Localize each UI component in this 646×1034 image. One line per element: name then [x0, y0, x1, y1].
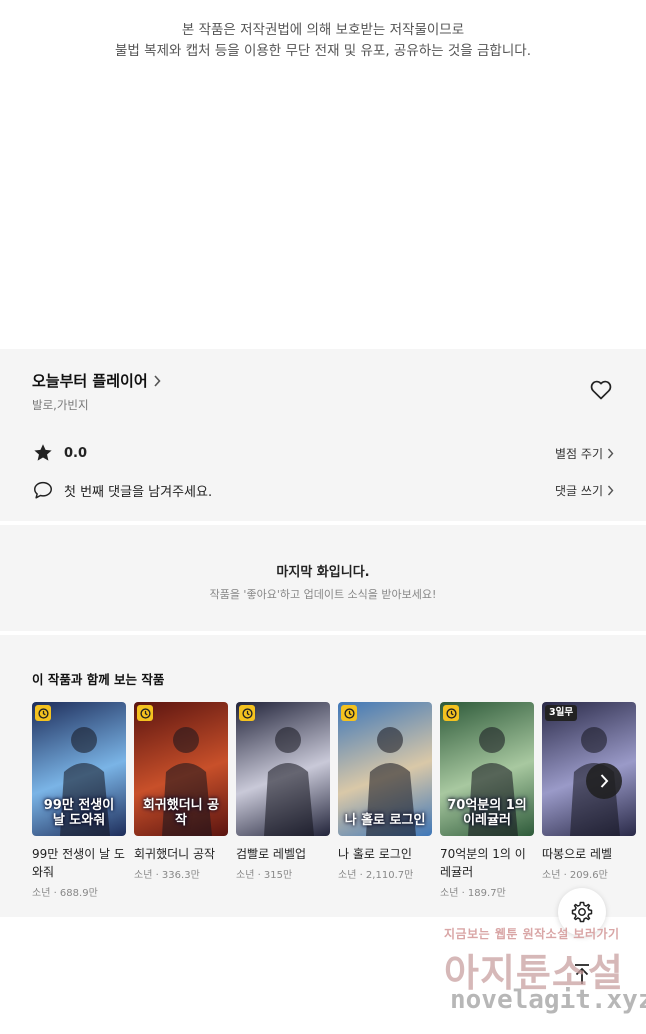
- heart-icon[interactable]: [589, 378, 613, 402]
- cover-title-art: 회귀했더니 공작: [142, 798, 220, 828]
- days-badge: 3일무: [545, 705, 578, 721]
- watermark-url: novelagit.xyz: [450, 985, 646, 1015]
- clock-icon: [139, 707, 151, 719]
- card-title: 나 홀로 로그인: [338, 847, 412, 861]
- card-meta: 소년 · 315만: [236, 870, 293, 881]
- gear-icon: [571, 901, 593, 923]
- clock-icon: [445, 707, 457, 719]
- cover-title-art: 나 홀로 로그인: [344, 813, 426, 828]
- card-title: 따봉으로 레벨: [542, 847, 613, 861]
- cover-thumbnail: 70억분의 1의 이레귤러: [440, 702, 534, 836]
- cover-thumbnail: 나 홀로 로그인: [338, 702, 432, 836]
- clock-icon: [241, 707, 253, 719]
- card-meta: 소년 · 189.7만: [440, 888, 506, 899]
- star-icon: [34, 444, 52, 461]
- last-episode-notice: 마지막 화입니다. 작품을 '좋아요'하고 업데이트 소식을 받아보세요!: [0, 525, 646, 631]
- episode-bottom-panel: 오늘부터 플레이어 발로,가빈지 0.0 별점 주기 첫 번째 댓글을 남겨주세…: [0, 349, 646, 917]
- cover-art: [264, 727, 314, 836]
- series-title: 오늘부터 플레이어: [32, 372, 148, 390]
- recommendation-card[interactable]: 70억분의 1의 이레귤러 70억분의 1의 이레귤러소년 · 189.7만: [440, 702, 534, 899]
- series-title-link[interactable]: 오늘부터 플레이어: [32, 370, 161, 391]
- recommendation-card[interactable]: 99만 전생이 날 도와줘 99만 전생이 날 도와줘소년 · 688.9만: [32, 702, 126, 899]
- rate-button[interactable]: 별점 주기: [555, 445, 614, 462]
- copyright-notice-line2: 불법 복제와 캡처 등을 이용한 무단 전재 및 유포, 공유하는 것을 금합니…: [115, 43, 531, 59]
- rating-row: 0.0 별점 주기: [32, 441, 614, 465]
- wait-free-badge: [341, 705, 357, 721]
- series-info-section: 오늘부터 플레이어 발로,가빈지 0.0 별점 주기 첫 번째 댓글을 남겨주세…: [0, 349, 646, 521]
- recommendation-card[interactable]: 검빨로 레벨업소년 · 315만: [236, 702, 330, 881]
- wait-free-badge: [35, 705, 51, 721]
- recommendation-card[interactable]: 나 홀로 로그인 나 홀로 로그인 소년 · 2,110.7만: [338, 702, 432, 881]
- recommendation-section: 이 작품과 함께 보는 작품 99만 전생이 날 도와줘 99만 전생이 날 도와…: [0, 635, 646, 917]
- speech-bubble-icon: [34, 481, 52, 499]
- write-comment-button-label: 댓글 쓰기: [555, 483, 603, 498]
- chevron-right-icon: [607, 448, 614, 458]
- series-authors: 발로,가빈지: [32, 398, 89, 412]
- cover-title-art: 70억분의 1의 이레귤러: [447, 798, 527, 828]
- card-title: 99만 전생이 날 도와줘: [32, 847, 125, 879]
- recommendation-carousel: 99만 전생이 날 도와줘 99만 전생이 날 도와줘소년 · 688.9만 회귀했…: [32, 702, 646, 902]
- clock-icon: [37, 707, 49, 719]
- wait-free-badge: [239, 705, 255, 721]
- card-title: 70억분의 1의 이레귤러: [440, 847, 526, 879]
- chevron-right-icon: [154, 374, 161, 387]
- rating-value: 0.0: [64, 445, 88, 461]
- wait-free-badge: [443, 705, 459, 721]
- write-comment-button[interactable]: 댓글 쓰기: [555, 482, 614, 499]
- card-meta: 소년 · 688.9만: [32, 888, 98, 899]
- recommendation-card[interactable]: 회귀했더니 공작 회귀했더니 공작 소년 · 336.3만: [134, 702, 228, 881]
- card-meta: 소년 · 336.3만: [134, 870, 200, 881]
- last-episode-subtitle: 작품을 '좋아요'하고 업데이트 소식을 받아보세요!: [209, 588, 437, 601]
- chevron-right-icon: [607, 485, 614, 495]
- comment-row: 첫 번째 댓글을 남겨주세요. 댓글 쓰기: [32, 478, 614, 502]
- carousel-next-button[interactable]: [586, 763, 622, 799]
- rate-button-label: 별점 주기: [555, 446, 603, 461]
- cover-thumbnail: 회귀했더니 공작: [134, 702, 228, 836]
- card-title: 회귀했더니 공작: [134, 847, 216, 861]
- watermark-tagline: 지금보는 웹툰 원작소설 보러가기: [444, 927, 620, 941]
- card-title: 검빨로 레벨업: [236, 847, 307, 861]
- copyright-notice-line1: 본 작품은 저작권법에 의해 보호받는 저작물이므로: [181, 22, 465, 38]
- clock-icon: [343, 707, 355, 719]
- recommendation-title: 이 작품과 함께 보는 작품: [32, 672, 165, 687]
- chevron-right-icon: [600, 774, 609, 788]
- comment-prompt: 첫 번째 댓글을 남겨주세요.: [64, 484, 213, 500]
- card-meta: 소년 · 2,110.7만: [338, 870, 414, 881]
- wait-free-badge: [137, 705, 153, 721]
- card-meta: 소년 · 209.6만: [542, 870, 608, 881]
- last-episode-title: 마지막 화입니다.: [276, 565, 370, 580]
- cover-title-art: 99만 전생이 날 도와줘: [43, 798, 115, 828]
- cover-thumbnail: 99만 전생이 날 도와줘: [32, 702, 126, 836]
- cover-thumbnail: [236, 702, 330, 836]
- copyright-notice: 본 작품은 저작권법에 의해 보호받는 저작물이므로 불법 복제와 캡처 등을 …: [0, 20, 646, 62]
